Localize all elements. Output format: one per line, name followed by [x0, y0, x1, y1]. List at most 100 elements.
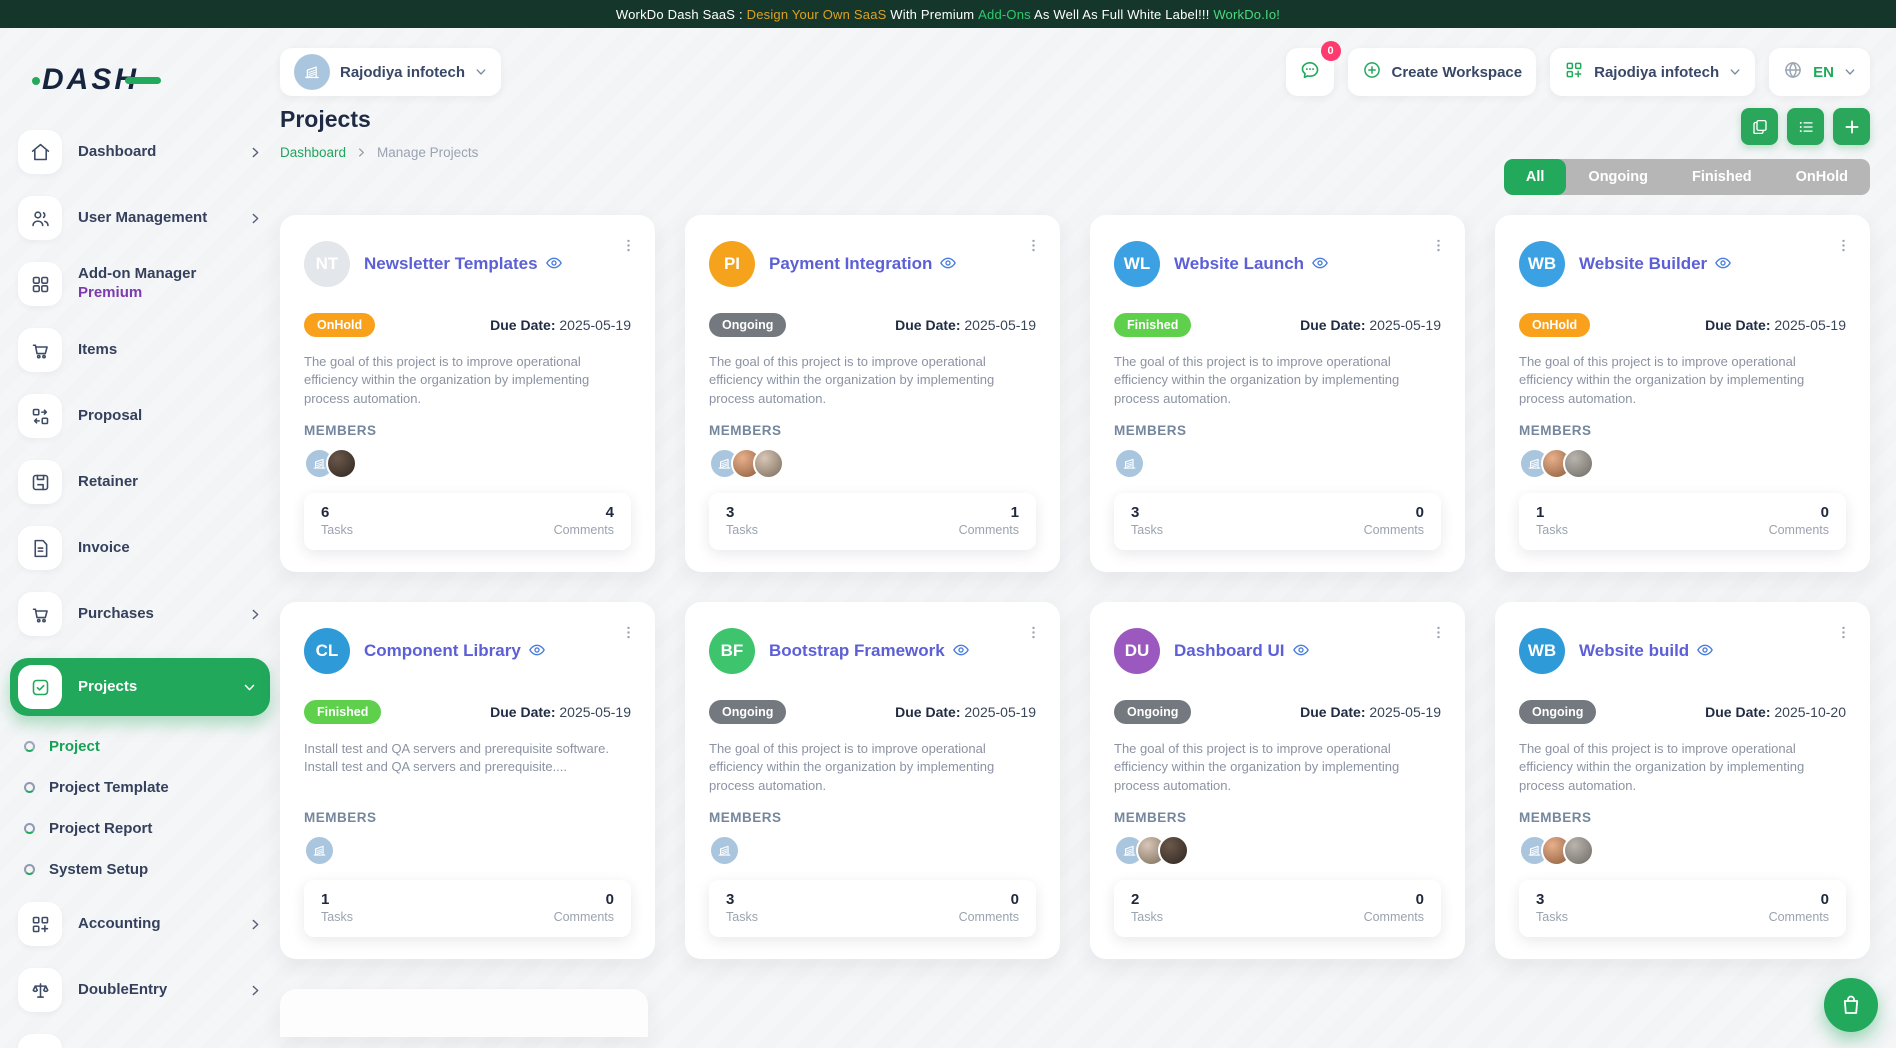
card-menu-icon[interactable]: [620, 237, 637, 254]
company-avatar: [1114, 448, 1145, 479]
eye-icon[interactable]: [545, 254, 563, 272]
card-menu-icon[interactable]: [620, 624, 637, 641]
sidebar-item-dashboard[interactable]: Dashboard: [18, 130, 262, 174]
project-avatar: NT: [304, 241, 350, 287]
sidebar-item-hrm[interactable]: HRM: [18, 1034, 262, 1048]
sidebar-item-label: Add-on ManagerPremium: [78, 265, 262, 303]
sidebar-item-user-management[interactable]: User Management: [18, 196, 262, 240]
sidebar-nav: Dashboard User Management Add-on ManagerPr…: [18, 130, 262, 1048]
card-menu-icon[interactable]: [1025, 624, 1042, 641]
due-date-value: 2025-05-19: [559, 317, 631, 333]
filter-ongoing[interactable]: Ongoing: [1566, 159, 1670, 195]
chevron-right-icon: [249, 984, 262, 997]
status-badge: Ongoing: [709, 313, 786, 337]
project-title-link[interactable]: Website Builder: [1579, 254, 1732, 274]
sidebar-subitem-system-setup[interactable]: System Setup: [24, 861, 262, 878]
due-date-value: 2025-05-19: [964, 704, 1036, 720]
workspace-menu[interactable]: Rajodiya infotech: [1550, 48, 1755, 96]
create-workspace-button[interactable]: Create Workspace: [1348, 48, 1537, 96]
eye-icon[interactable]: [1292, 641, 1310, 659]
filter-onhold[interactable]: OnHold: [1774, 159, 1870, 195]
members-label: MEMBERS: [709, 423, 1036, 438]
sidebar-subitem-label: System Setup: [49, 861, 148, 878]
messages-button[interactable]: 0: [1286, 48, 1334, 96]
sidebar-subitem-project[interactable]: Project: [24, 738, 262, 755]
title-row: Projects Dashboard Manage Projects AllOn…: [280, 106, 1870, 195]
card-menu-icon[interactable]: [1430, 237, 1447, 254]
card-menu-icon[interactable]: [1025, 237, 1042, 254]
card-menu-icon[interactable]: [1835, 237, 1852, 254]
project-title-link[interactable]: Payment Integration: [769, 254, 957, 274]
app-logo[interactable]: DASH: [42, 58, 262, 102]
filter-all[interactable]: All: [1504, 159, 1567, 195]
sidebar-item-label: Items: [78, 341, 262, 360]
topbar: Rajodiya infotech 0 Create Workspace Raj…: [280, 42, 1870, 102]
eye-icon[interactable]: [1714, 254, 1732, 272]
main-content: Rajodiya infotech 0 Create Workspace Raj…: [280, 28, 1896, 1048]
sidebar-item-invoice[interactable]: Invoice: [18, 526, 262, 570]
store-fab-button[interactable]: [1824, 978, 1878, 1032]
sidebar-subitem-label: Project Template: [49, 779, 169, 796]
language-selector[interactable]: EN: [1769, 48, 1870, 96]
due-date-value: 2025-05-19: [559, 704, 631, 720]
eye-icon[interactable]: [939, 254, 957, 272]
sidebar-item-retainer[interactable]: Retainer: [18, 460, 262, 504]
card-menu-icon[interactable]: [1835, 624, 1852, 641]
banner-text: WorkDo Dash SaaS :: [616, 7, 747, 22]
status-filter-group: AllOngoingFinishedOnHold: [1504, 159, 1870, 195]
sidebar-item-projects[interactable]: Projects: [10, 658, 270, 716]
sidebar-subitem-label: Project: [49, 738, 100, 755]
status-badge: OnHold: [304, 313, 375, 337]
status-badge: Ongoing: [1519, 700, 1596, 724]
sidebar-item-purchases[interactable]: Purchases: [18, 592, 262, 636]
project-title-link[interactable]: Dashboard UI: [1174, 641, 1310, 661]
eye-icon[interactable]: [1696, 641, 1714, 659]
breadcrumb-dashboard-link[interactable]: Dashboard: [280, 145, 346, 160]
due-date-value: 2025-05-19: [1369, 317, 1441, 333]
partial-card: [280, 989, 648, 1037]
project-title-link[interactable]: Website build: [1579, 641, 1714, 661]
company-avatar: [304, 835, 335, 866]
project-title-link[interactable]: Newsletter Templates: [364, 254, 563, 274]
tasks-stat: 3Tasks: [726, 891, 758, 926]
due-date-value: 2025-10-20: [1774, 704, 1846, 720]
messages-badge: 0: [1321, 41, 1341, 61]
card-menu-icon[interactable]: [1430, 624, 1447, 641]
company-avatar-icon: [294, 54, 330, 90]
due-date-label: Due Date:: [895, 317, 964, 333]
status-badge: OnHold: [1519, 313, 1590, 337]
sidebar-item-doubleentry[interactable]: DoubleEntry: [18, 968, 262, 1012]
sidebar-item-proposal[interactable]: Proposal: [18, 394, 262, 438]
project-description: The goal of this project is to improve o…: [1519, 740, 1846, 796]
sidebar-item-accounting[interactable]: Accounting: [18, 902, 262, 946]
copy-export-button[interactable]: [1741, 108, 1778, 145]
cart-icon: [18, 592, 62, 636]
members-label: MEMBERS: [1519, 810, 1846, 825]
due-date-value: 2025-05-19: [1774, 317, 1846, 333]
page-title: Projects: [280, 106, 478, 133]
sidebar-item-add-on-manager[interactable]: Add-on ManagerPremium: [18, 262, 262, 306]
eye-icon[interactable]: [952, 641, 970, 659]
project-title-link[interactable]: Component Library: [364, 641, 546, 661]
sidebar-item-label: Purchases: [78, 605, 233, 624]
projects-submenu: Project Project Template Project Report Sys…: [24, 738, 262, 878]
members-label: MEMBERS: [304, 810, 631, 825]
member-photo-avatar: [753, 448, 784, 479]
bullet-ring-icon: [24, 823, 35, 834]
due-date-value: 2025-05-19: [1369, 704, 1441, 720]
sidebar-subitem-project-report[interactable]: Project Report: [24, 820, 262, 837]
sidebar-item-label: Proposal: [78, 407, 262, 426]
workspace-selector[interactable]: Rajodiya infotech: [280, 48, 501, 96]
sidebar-subitem-project-template[interactable]: Project Template: [24, 779, 262, 796]
project-title-link[interactable]: Bootstrap Framework: [769, 641, 970, 661]
members-row: [1114, 448, 1441, 479]
filter-finished[interactable]: Finished: [1670, 159, 1774, 195]
sidebar-item-items[interactable]: Items: [18, 328, 262, 372]
list-view-button[interactable]: [1787, 108, 1824, 145]
project-title-link[interactable]: Website Launch: [1174, 254, 1329, 274]
eye-icon[interactable]: [1311, 254, 1329, 272]
eye-icon[interactable]: [528, 641, 546, 659]
members-row: [1114, 835, 1441, 866]
add-project-button[interactable]: [1833, 108, 1870, 145]
company-avatar: [709, 835, 740, 866]
